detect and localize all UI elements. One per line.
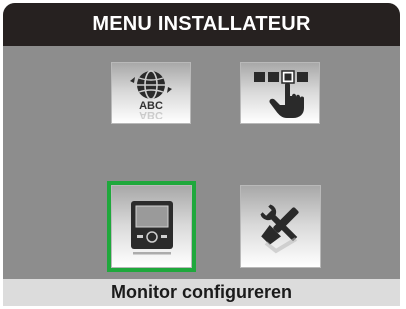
menu-title: MENU INSTALLATEUR [92, 13, 311, 35]
monitor-config-tile[interactable] [111, 185, 192, 268]
header-bar: MENU INSTALLATEUR [3, 3, 400, 46]
language-tile[interactable]: ABC ABC [111, 62, 191, 124]
wrench-screwdriver-icon [254, 199, 308, 255]
selected-item-label: Monitor configureren [111, 282, 292, 302]
hand-touch-icon [250, 66, 310, 120]
touch-tile[interactable] [240, 62, 320, 124]
tools-tile[interactable] [240, 185, 321, 268]
status-footer: Monitor configureren [3, 279, 400, 306]
installer-menu-screen: MENU INSTALLATEUR ABC ABC Monitor config… [3, 3, 400, 306]
globe-abc-icon: ABC ABC [126, 67, 176, 119]
monitor-icon [125, 197, 179, 257]
abc-reflection: ABC [139, 109, 163, 119]
